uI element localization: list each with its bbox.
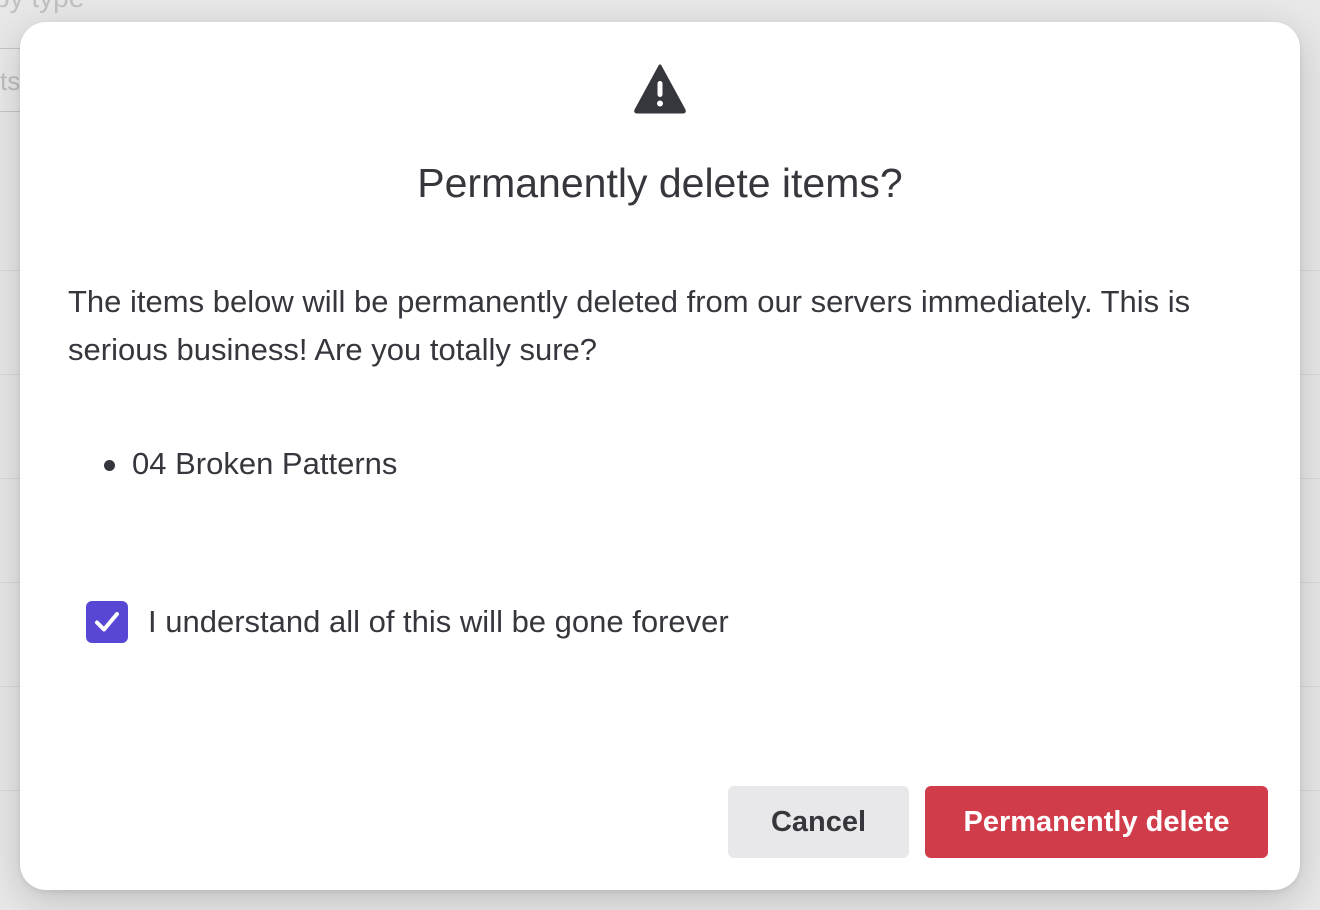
confirm-checkbox[interactable] xyxy=(86,601,128,643)
list-item-label: 04 Broken Patterns xyxy=(132,446,398,481)
checkmark-icon xyxy=(95,612,119,632)
list-item: 04 Broken Patterns xyxy=(68,440,397,488)
confirm-checkbox-row[interactable]: I understand all of this will be gone fo… xyxy=(86,600,729,644)
dialog-title: Permanently delete items? xyxy=(417,160,903,206)
items-to-delete-list: 04 Broken Patterns xyxy=(68,440,397,488)
confirm-checkbox-label: I understand all of this will be gone fo… xyxy=(148,604,729,639)
cancel-button[interactable]: Cancel xyxy=(728,786,909,858)
dialog-message: The items below will be permanently dele… xyxy=(68,284,1191,367)
delete-confirmation-dialog: Permanently delete items? The items belo… xyxy=(20,22,1300,890)
bullet-icon xyxy=(104,460,115,471)
permanently-delete-button[interactable]: Permanently delete xyxy=(925,786,1268,858)
warning-triangle-icon xyxy=(634,64,686,114)
